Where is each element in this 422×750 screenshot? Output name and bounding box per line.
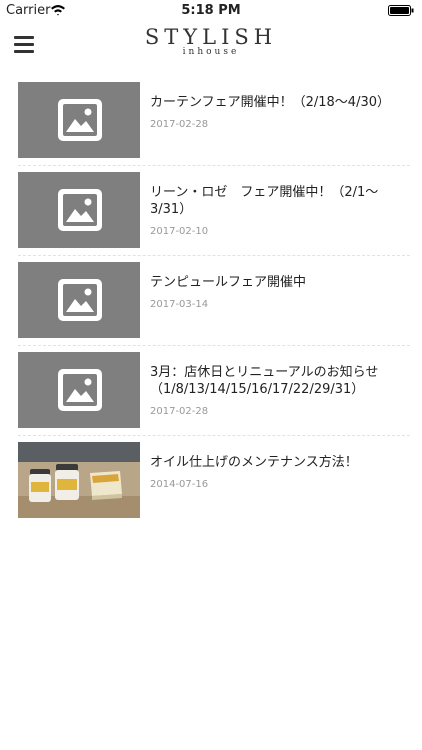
article-date: 2014-07-16 bbox=[150, 479, 209, 490]
photo-placeholder-icon bbox=[58, 189, 102, 231]
status-time: 5:18 PM bbox=[181, 3, 241, 18]
article-date: 2017-02-28 bbox=[150, 406, 209, 417]
article-title: テンピュールフェア開催中 bbox=[150, 275, 307, 290]
status-bar: Carrier 5:18 PM bbox=[0, 0, 422, 22]
list-item[interactable]: テンピュールフェア開催中 2017-03-14 bbox=[0, 256, 422, 346]
article-list: カーテンフェア開催中！（2/18〜4/30） 2017-02-28 リーン・ロゼ… bbox=[0, 76, 422, 526]
article-thumbnail bbox=[18, 262, 140, 338]
battery-icon bbox=[388, 5, 414, 16]
list-item[interactable]: カーテンフェア開催中！（2/18〜4/30） 2017-02-28 bbox=[0, 76, 422, 166]
article-title: 3月：店休日とリニューアルのお知らせ（1/8/13/14/15/16/17/22… bbox=[150, 365, 379, 397]
article-thumbnail bbox=[18, 82, 140, 158]
article-photo-thumbnail bbox=[18, 442, 140, 518]
photo-placeholder-icon bbox=[58, 99, 102, 141]
list-item[interactable]: 3月：店休日とリニューアルのお知らせ（1/8/13/14/15/16/17/22… bbox=[0, 346, 422, 436]
list-item[interactable]: オイル仕上げのメンテナンス方法！ 2014-07-16 bbox=[0, 436, 422, 526]
logo: STYLISH inhouse bbox=[0, 25, 422, 57]
article-date: 2017-02-10 bbox=[150, 226, 209, 237]
article-title: カーテンフェア開催中！（2/18〜4/30） bbox=[150, 95, 390, 110]
logo-title: STYLISH bbox=[144, 25, 278, 49]
nav-bar: STYLISH inhouse bbox=[0, 22, 422, 66]
photo-placeholder-icon bbox=[58, 279, 102, 321]
article-thumbnail bbox=[18, 352, 140, 428]
article-date: 2017-03-14 bbox=[150, 299, 209, 310]
article-date: 2017-02-28 bbox=[150, 119, 209, 130]
article-title: オイル仕上げのメンテナンス方法！ bbox=[150, 455, 358, 470]
article-thumbnail bbox=[18, 172, 140, 248]
logo-subtitle: inhouse bbox=[182, 47, 240, 57]
list-item[interactable]: リーン・ロゼ フェア開催中！（2/1〜3/31） 2017-02-10 bbox=[0, 166, 422, 256]
article-title: リーン・ロゼ フェア開催中！（2/1〜3/31） bbox=[150, 185, 379, 217]
oil-products-photo bbox=[18, 442, 140, 518]
photo-placeholder-icon bbox=[58, 369, 102, 411]
